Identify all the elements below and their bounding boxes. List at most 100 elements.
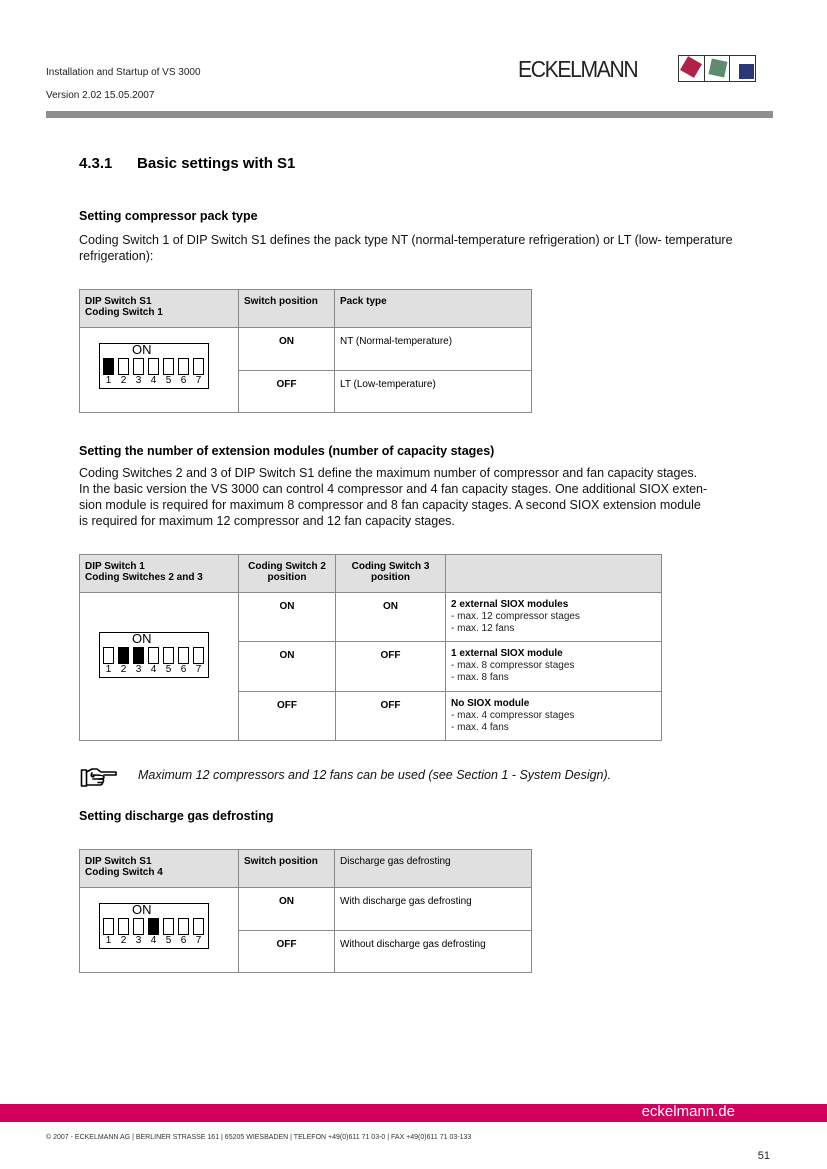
dip-switch-diagram: ON 1 2 3 4 5 6 7 bbox=[99, 632, 209, 678]
header-dip-switch: DIP Switch S1 Coding Switch 1 bbox=[79, 289, 239, 328]
footer-website-link[interactable]: eckelmann.de bbox=[642, 1103, 735, 1120]
paragraph-line: is required for maximum 12 compressor an… bbox=[79, 514, 455, 528]
dip-switch-number: 7 bbox=[195, 664, 202, 675]
pack-type-value: LT (Low-temperature) bbox=[334, 370, 532, 413]
paragraph-line: In the basic version the VS 3000 can con… bbox=[79, 482, 708, 496]
dip-switch-6 bbox=[178, 918, 189, 935]
switch-position: OFF bbox=[238, 370, 335, 413]
dip-switch-number: 5 bbox=[165, 375, 172, 386]
table-row: ON 1 2 3 4 5 6 7 ON With discharge gas defrosti… bbox=[79, 887, 532, 973]
dip-switch-5 bbox=[163, 358, 174, 375]
header-coding-switch-2: Coding Switch 2 position bbox=[238, 554, 336, 593]
defrost-value: With discharge gas defrosting bbox=[334, 887, 532, 931]
siox-detail: - max. 8 compressor stages bbox=[451, 660, 575, 671]
dip-switch-7 bbox=[193, 918, 204, 935]
dip-switch-2 bbox=[118, 647, 129, 664]
coding-switch-3-position: OFF bbox=[335, 691, 446, 741]
table-header-row: DIP Switch S1 Coding Switch 4 Switch posi… bbox=[79, 849, 532, 888]
pack-type-heading: Setting compressor pack type bbox=[79, 209, 258, 223]
header-divider bbox=[46, 111, 773, 118]
coding-switch-3-position: OFF bbox=[335, 641, 446, 692]
dip-switch-number: 1 bbox=[105, 935, 112, 946]
dip-switch-1 bbox=[103, 647, 114, 664]
dip-switch-cell: ON 1 2 3 4 5 6 7 bbox=[79, 327, 239, 413]
dip-switch-number: 1 bbox=[105, 375, 112, 386]
dip-switch-5 bbox=[163, 647, 174, 664]
dip-switch-2 bbox=[118, 918, 129, 935]
paragraph-line: sion module is required for maximum 8 co… bbox=[79, 498, 701, 512]
coding-switch-2-position: ON bbox=[238, 592, 336, 642]
dip-on-label: ON bbox=[132, 342, 152, 357]
dip-switch-3 bbox=[133, 647, 144, 664]
pack-type-table: DIP Switch S1 Coding Switch 1 Switch posi… bbox=[79, 289, 532, 413]
logo-blue-square-icon bbox=[739, 64, 755, 79]
header-switch-position: Switch position bbox=[238, 289, 335, 328]
pointing-hand-icon bbox=[80, 766, 120, 788]
dip-switch-number: 2 bbox=[120, 935, 127, 946]
dip-switch-6 bbox=[178, 358, 189, 375]
dip-switch-5 bbox=[163, 918, 174, 935]
pack-type-paragraph: Coding Switch 1 of DIP Switch S1 defines… bbox=[79, 233, 733, 263]
footer-copyright: © 2007 - ECKELMANN AG | BERLINER STRASSE… bbox=[46, 1134, 472, 1141]
switch-position: ON bbox=[238, 887, 335, 931]
siox-detail: - max. 4 fans bbox=[451, 722, 509, 733]
header-coding-switch-3: Coding Switch 3 position bbox=[335, 554, 446, 593]
dip-switch-cell: ON 1 2 3 4 5 6 7 bbox=[79, 592, 239, 741]
company-logo-icon bbox=[678, 55, 756, 82]
siox-description: 1 external SIOX module - max. 8 compress… bbox=[445, 641, 662, 692]
coding-switch-2-position: OFF bbox=[238, 691, 336, 741]
siox-detail: - max. 4 compressor stages bbox=[451, 710, 575, 721]
dip-switch-number: 6 bbox=[180, 375, 187, 386]
siox-detail: - max. 12 compressor stages bbox=[451, 611, 580, 622]
switch-position: ON bbox=[238, 327, 335, 371]
logo-green-square-icon bbox=[708, 58, 728, 78]
siox-detail: - max. 12 fans bbox=[451, 623, 515, 634]
page-number: 51 bbox=[757, 1150, 770, 1162]
dip-switch-number: 4 bbox=[150, 935, 157, 946]
header-switch-position: Switch position bbox=[238, 849, 335, 888]
section-title: Basic settings with S1 bbox=[137, 155, 296, 172]
dip-switch-4 bbox=[148, 647, 159, 664]
dip-switch-number: 5 bbox=[165, 935, 172, 946]
siox-title: No SIOX module bbox=[451, 698, 530, 709]
dip-switch-1 bbox=[103, 918, 114, 935]
header-dip-switch: DIP Switch S1 Coding Switch 4 bbox=[79, 849, 239, 888]
dip-switch-number: 1 bbox=[105, 664, 112, 675]
dip-switch-number: 4 bbox=[150, 664, 157, 675]
dip-switch-number: 7 bbox=[195, 375, 202, 386]
pack-type-value: NT (Normal-temperature) bbox=[334, 327, 532, 371]
dip-switch-number: 2 bbox=[120, 375, 127, 386]
extension-heading: Setting the number of extension modules … bbox=[79, 444, 495, 458]
dip-switch-number: 3 bbox=[135, 664, 142, 675]
siox-title: 1 external SIOX module bbox=[451, 648, 563, 659]
note-text: Maximum 12 compressors and 12 fans can b… bbox=[138, 768, 612, 782]
dip-switch-4 bbox=[148, 918, 159, 935]
dip-switch-7 bbox=[193, 358, 204, 375]
header-discharge-gas-defrosting: Discharge gas defrosting bbox=[334, 849, 532, 888]
company-logo-text: ECKELMANN bbox=[518, 56, 639, 82]
siox-detail: - max. 8 fans bbox=[451, 672, 509, 683]
defrost-value: Without discharge gas defrosting bbox=[334, 930, 532, 973]
extension-paragraph: Coding Switches 2 and 3 of DIP Switch S1… bbox=[79, 465, 799, 529]
dip-switch-1 bbox=[103, 358, 114, 375]
dip-switch-3 bbox=[133, 918, 144, 935]
dip-switch-diagram: ON 1 2 3 4 5 6 7 bbox=[99, 903, 209, 949]
dip-switch-6 bbox=[178, 647, 189, 664]
dip-switch-4 bbox=[148, 358, 159, 375]
dip-switch-diagram: ON 1 2 3 4 5 6 7 bbox=[99, 343, 209, 389]
table-row: ON 1 2 3 4 5 6 7 ON NT (Normal-temperature) bbox=[79, 327, 532, 413]
siox-description: No SIOX module - max. 4 compressor stage… bbox=[445, 691, 662, 741]
header-dip-switch: DIP Switch 1 Coding Switches 2 and 3 bbox=[79, 554, 239, 593]
paragraph-line: Coding Switches 2 and 3 of DIP Switch S1… bbox=[79, 466, 698, 480]
dip-switch-number: 5 bbox=[165, 664, 172, 675]
dip-switch-number: 3 bbox=[135, 375, 142, 386]
table-header-row: DIP Switch 1 Coding Switches 2 and 3 Codi… bbox=[79, 554, 662, 593]
coding-switch-3-position: ON bbox=[335, 592, 446, 642]
document-version: Version 2.02 15.05.2007 bbox=[46, 90, 155, 101]
dip-switch-3 bbox=[133, 358, 144, 375]
siox-description: 2 external SIOX modules - max. 12 compre… bbox=[445, 592, 662, 642]
siox-title: 2 external SIOX modules bbox=[451, 599, 569, 610]
dip-switch-number: 7 bbox=[195, 935, 202, 946]
dip-switch-number: 3 bbox=[135, 935, 142, 946]
section-number: 4.3.1 bbox=[79, 155, 113, 172]
